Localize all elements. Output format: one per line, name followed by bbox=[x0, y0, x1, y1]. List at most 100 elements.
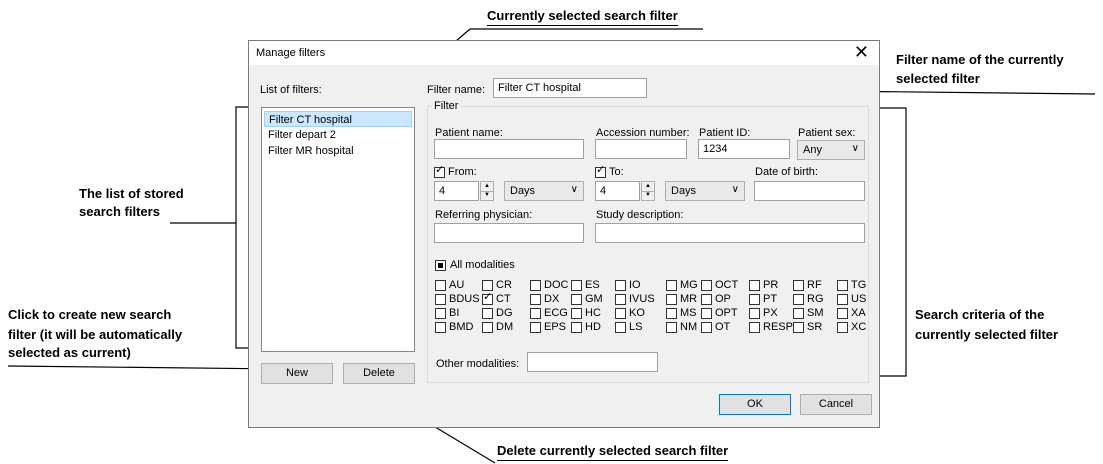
modality-doc-checkbox[interactable] bbox=[530, 280, 541, 291]
modality-pt-checkbox[interactable] bbox=[749, 294, 760, 305]
from-spinner[interactable]: ▲ ▼ bbox=[480, 181, 494, 201]
modality-ko-checkbox[interactable] bbox=[615, 308, 626, 319]
modality-gm-checkbox[interactable] bbox=[571, 294, 582, 305]
cancel-button[interactable]: Cancel bbox=[800, 394, 872, 415]
modality-resp-checkbox[interactable] bbox=[749, 322, 760, 333]
modality-sm-checkbox[interactable] bbox=[793, 308, 804, 319]
modality-hd-checkbox[interactable] bbox=[571, 322, 582, 333]
date-of-birth-input[interactable] bbox=[754, 181, 865, 201]
modality-dx-checkbox[interactable] bbox=[530, 294, 541, 305]
modality-xc-checkbox[interactable] bbox=[837, 322, 848, 333]
modality-rg-checkbox[interactable] bbox=[793, 294, 804, 305]
modality-bmd-checkbox[interactable] bbox=[435, 322, 446, 333]
modality-label: CT bbox=[496, 293, 511, 305]
modality-dm-checkbox[interactable] bbox=[482, 322, 493, 333]
from-unit-value: Days bbox=[510, 185, 536, 197]
modality-xa-checkbox[interactable] bbox=[837, 308, 848, 319]
to-checkbox[interactable]: ✓ bbox=[595, 164, 606, 178]
from-value-input[interactable]: 4 bbox=[434, 181, 479, 201]
delete-button[interactable]: Delete bbox=[343, 363, 415, 384]
date-of-birth-label: Date of birth: bbox=[755, 166, 818, 178]
title-bar: Manage filters ✕ bbox=[249, 41, 879, 65]
ok-button[interactable]: OK bbox=[719, 394, 791, 415]
patient-name-label: Patient name: bbox=[435, 127, 503, 139]
modality-ls-checkbox[interactable] bbox=[615, 322, 626, 333]
modality-label: OT bbox=[715, 321, 731, 333]
patient-name-input[interactable] bbox=[434, 139, 584, 159]
modality-ot-checkbox[interactable] bbox=[701, 322, 712, 333]
modality-label: HD bbox=[585, 321, 601, 333]
filter-group-label: Filter bbox=[432, 100, 461, 112]
modality-opt-checkbox[interactable] bbox=[701, 308, 712, 319]
to-unit-select[interactable]: Days ∨ bbox=[665, 181, 745, 201]
modality-cr-checkbox[interactable] bbox=[482, 280, 493, 291]
modality-rf-checkbox[interactable] bbox=[793, 280, 804, 291]
to-unit-value: Days bbox=[671, 185, 697, 197]
modality-label: XC bbox=[851, 321, 867, 333]
modality-op-checkbox[interactable] bbox=[701, 294, 712, 305]
other-modalities-input[interactable] bbox=[527, 352, 658, 372]
modality-mg-checkbox[interactable] bbox=[666, 280, 677, 291]
modality-ct-checkbox[interactable]: ✓ bbox=[482, 291, 493, 305]
list-item[interactable]: Filter depart 2 bbox=[264, 127, 412, 143]
modality-label: AU bbox=[449, 279, 465, 291]
modality-label: CR bbox=[496, 279, 512, 291]
other-modalities-label: Other modalities: bbox=[436, 358, 520, 370]
modality-label: PR bbox=[763, 279, 779, 291]
from-unit-select[interactable]: Days ∨ bbox=[504, 181, 584, 201]
spin-down-icon[interactable]: ▼ bbox=[481, 191, 493, 200]
modality-label: ECG bbox=[544, 307, 568, 319]
checkmark-icon: ✓ bbox=[483, 291, 493, 303]
modality-ms-checkbox[interactable] bbox=[666, 308, 677, 319]
accession-number-input[interactable] bbox=[595, 139, 687, 159]
modality-eps-checkbox[interactable] bbox=[530, 322, 541, 333]
modality-label: MR bbox=[680, 293, 698, 305]
to-value-input[interactable]: 4 bbox=[595, 181, 640, 201]
modality-label: MS bbox=[680, 307, 697, 319]
modality-px-checkbox[interactable] bbox=[749, 308, 760, 319]
study-description-input[interactable] bbox=[595, 223, 865, 243]
modality-bi-checkbox[interactable] bbox=[435, 308, 446, 319]
referring-physician-input[interactable] bbox=[434, 223, 584, 243]
list-item[interactable]: Filter MR hospital bbox=[264, 143, 412, 159]
spin-down-icon[interactable]: ▼ bbox=[642, 191, 654, 200]
modality-oct-checkbox[interactable] bbox=[701, 280, 712, 291]
patient-sex-select[interactable]: Any ∨ bbox=[797, 140, 865, 160]
patient-id-input[interactable]: 1234 bbox=[698, 139, 790, 159]
modality-label: BMD bbox=[449, 321, 474, 333]
modality-dg-checkbox[interactable] bbox=[482, 308, 493, 319]
to-spinner[interactable]: ▲ ▼ bbox=[641, 181, 655, 201]
list-item[interactable]: Filter CT hospital bbox=[264, 111, 412, 127]
modality-ecg-checkbox[interactable] bbox=[530, 308, 541, 319]
all-modalities-checkbox[interactable] bbox=[435, 260, 446, 271]
filter-name-input[interactable]: Filter CT hospital bbox=[493, 78, 647, 98]
modality-label: OPT bbox=[715, 307, 738, 319]
modality-label: OP bbox=[715, 293, 731, 305]
modality-es-checkbox[interactable] bbox=[571, 280, 582, 291]
new-button[interactable]: New bbox=[261, 363, 333, 384]
modality-us-checkbox[interactable] bbox=[837, 294, 848, 305]
patient-sex-value: Any bbox=[803, 144, 822, 156]
from-checkbox[interactable]: ✓ bbox=[434, 164, 445, 178]
chevron-down-icon: ∨ bbox=[851, 143, 859, 154]
modality-sr-checkbox[interactable] bbox=[793, 322, 804, 333]
filter-name-label: Filter name: bbox=[427, 84, 486, 96]
referring-physician-label: Referring physician: bbox=[435, 209, 533, 221]
annotation-list-line1: The list of stored bbox=[79, 186, 184, 201]
modality-au-checkbox[interactable] bbox=[435, 280, 446, 291]
checkmark-icon: ✓ bbox=[596, 164, 606, 176]
modality-ivus-checkbox[interactable] bbox=[615, 294, 626, 305]
filter-list[interactable]: Filter CT hospital Filter depart 2 Filte… bbox=[261, 107, 415, 352]
annotation-delete: Delete currently selected search filter bbox=[497, 443, 729, 461]
manage-filters-dialog: Manage filters ✕ List of filters: Filter… bbox=[248, 40, 880, 428]
modality-pr-checkbox[interactable] bbox=[749, 280, 760, 291]
modality-label: NM bbox=[680, 321, 698, 333]
modality-bdus-checkbox[interactable] bbox=[435, 294, 446, 305]
modality-label: BDUS bbox=[449, 293, 480, 305]
modality-nm-checkbox[interactable] bbox=[666, 322, 677, 333]
modality-tg-checkbox[interactable] bbox=[837, 280, 848, 291]
modality-mr-checkbox[interactable] bbox=[666, 294, 677, 305]
modality-io-checkbox[interactable] bbox=[615, 280, 626, 291]
close-icon[interactable]: ✕ bbox=[854, 42, 869, 62]
modality-hc-checkbox[interactable] bbox=[571, 308, 582, 319]
